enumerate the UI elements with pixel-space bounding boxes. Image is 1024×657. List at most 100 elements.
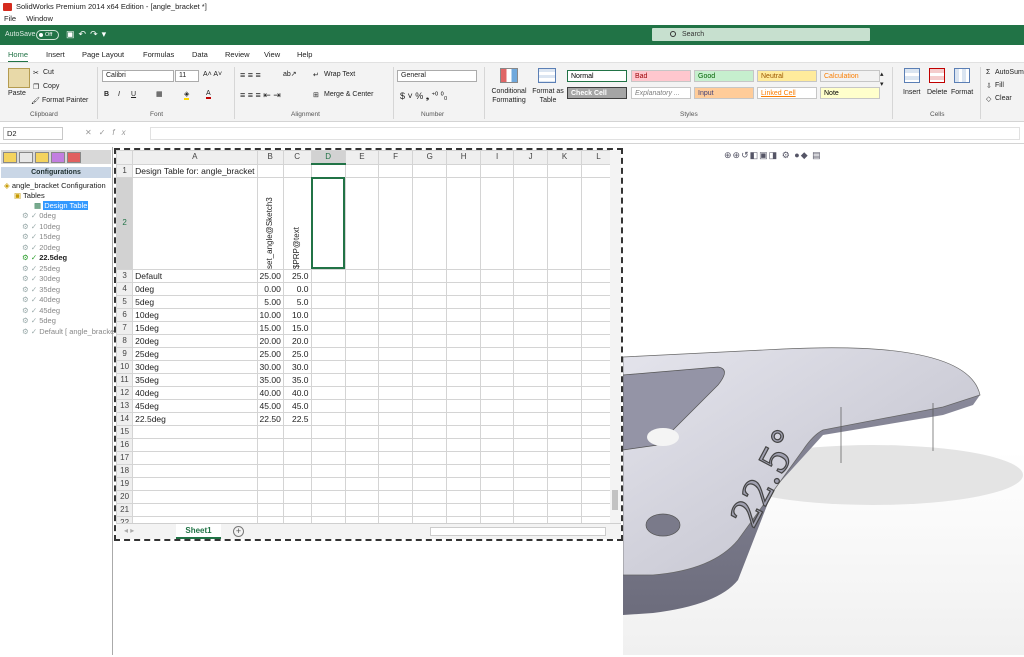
row-header[interactable]: 1	[115, 163, 134, 178]
empty-cell[interactable]	[378, 307, 414, 322]
empty-cell[interactable]	[378, 372, 414, 387]
empty-cell[interactable]	[378, 346, 414, 361]
empty-cell[interactable]	[344, 476, 380, 491]
empty-cell[interactable]	[446, 385, 481, 400]
empty-cell[interactable]	[513, 320, 548, 335]
insert-button[interactable]: Insert	[903, 89, 921, 96]
empty-cell[interactable]	[344, 437, 380, 452]
empty-cell[interactable]	[446, 463, 481, 478]
empty-cell[interactable]	[310, 450, 346, 465]
empty-cell[interactable]	[412, 411, 448, 426]
selected-cell-d2[interactable]	[310, 176, 346, 270]
cell-c[interactable]: 0.0	[282, 281, 312, 296]
scroll-down-icon[interactable]: ▾	[880, 80, 884, 88]
grow-font-icon[interactable]: A˄ A˅	[203, 71, 222, 78]
empty-cell[interactable]	[378, 463, 414, 478]
cell-style-normal[interactable]: Normal	[567, 70, 627, 82]
config-item[interactable]: ⚙ ✓ 15deg	[22, 232, 60, 242]
display-manager-tab-icon[interactable]	[67, 152, 81, 163]
insert-cells-icon[interactable]	[904, 68, 920, 83]
merge-icon[interactable]: ⊞	[313, 91, 319, 99]
vertical-scrollbar[interactable]	[610, 150, 621, 523]
empty-cell[interactable]	[513, 333, 548, 348]
cell-b[interactable]	[256, 424, 284, 439]
cell-a[interactable]: 10deg	[132, 307, 258, 322]
cell-b[interactable]: 45.00	[256, 398, 284, 413]
prev-sheet-icon[interactable]: ◂ ▸	[124, 526, 134, 535]
empty-cell[interactable]	[310, 398, 346, 413]
empty-cell[interactable]	[310, 411, 346, 426]
cell-b[interactable]	[256, 437, 284, 452]
empty-cell[interactable]	[513, 359, 548, 374]
empty-cell[interactable]	[479, 359, 515, 374]
borders-icon[interactable]: ▦	[156, 90, 163, 98]
row-header[interactable]: 21	[115, 502, 134, 517]
cell-b[interactable]: 0.00	[256, 281, 284, 296]
zoom-area-icon[interactable]: ⊕	[733, 150, 742, 160]
empty-cell[interactable]	[378, 424, 414, 439]
empty-cell[interactable]	[310, 372, 346, 387]
cell-b[interactable]: 25.00	[256, 346, 284, 361]
config-item[interactable]: ⚙ ✓ 40deg	[22, 295, 60, 305]
empty-cell[interactable]	[546, 281, 583, 296]
cell-a[interactable]: Default	[132, 268, 258, 283]
empty-cell[interactable]	[378, 489, 414, 504]
cell-a[interactable]	[132, 450, 258, 465]
view-orientation-icon[interactable]: ▣	[759, 150, 769, 160]
empty-cell[interactable]	[546, 489, 583, 504]
section-view-icon[interactable]: ◧	[750, 150, 760, 160]
cell-a[interactable]	[132, 463, 258, 478]
config-item[interactable]: ⚙ ✓ Default [ angle_bracket ]	[22, 327, 121, 337]
empty-cell[interactable]	[513, 489, 548, 504]
empty-cell[interactable]	[446, 398, 481, 413]
empty-cell[interactable]	[479, 346, 515, 361]
empty-cell[interactable]	[310, 320, 346, 335]
empty-cell[interactable]	[446, 372, 481, 387]
column-header[interactable]: A	[132, 150, 258, 165]
currency-icon[interactable]: $ ˅ % ❟ ⁺⁰ ⁰₀	[400, 91, 447, 102]
cell-c[interactable]: 25.0	[282, 346, 312, 361]
empty-cell[interactable]	[513, 294, 548, 309]
row-header[interactable]: 15	[115, 424, 134, 439]
display-style-icon[interactable]: ◨	[769, 150, 779, 160]
cell-a[interactable]	[132, 437, 258, 452]
empty-cell[interactable]	[479, 281, 515, 296]
cell-b[interactable]	[256, 489, 284, 504]
config-item[interactable]: ⚙ ✓ 30deg	[22, 274, 60, 284]
empty-cell[interactable]	[546, 476, 583, 491]
empty-cell[interactable]	[412, 385, 448, 400]
customize-icon[interactable]: ▾	[102, 29, 111, 39]
cell-b[interactable]: 40.00	[256, 385, 284, 400]
cell-style-check-cell[interactable]: Check Cell	[567, 87, 627, 99]
empty-cell[interactable]	[378, 281, 414, 296]
cell-c[interactable]	[282, 489, 312, 504]
empty-cell[interactable]	[344, 346, 380, 361]
empty-cell[interactable]	[479, 476, 515, 491]
empty-cell[interactable]	[446, 411, 481, 426]
row-header[interactable]: 16	[115, 437, 134, 452]
empty-cell[interactable]	[344, 333, 380, 348]
empty-cell[interactable]	[546, 346, 583, 361]
cell-c[interactable]: 35.0	[282, 372, 312, 387]
empty-cell[interactable]	[513, 307, 548, 322]
format-button[interactable]: Format	[951, 89, 973, 96]
empty-cell[interactable]	[412, 268, 448, 283]
empty-cell[interactable]	[479, 163, 515, 178]
empty-cell[interactable]	[412, 398, 448, 413]
feature-tree-tab-icon[interactable]	[3, 152, 17, 163]
align-left-icon[interactable]: ≡ ≡ ≡ ⇤ ⇥	[240, 90, 281, 101]
empty-cell[interactable]	[446, 281, 481, 296]
empty-cell[interactable]	[412, 163, 448, 178]
row-header[interactable]: 6	[115, 307, 134, 322]
empty-cell[interactable]	[378, 333, 414, 348]
empty-cell[interactable]	[513, 163, 548, 178]
delete-button[interactable]: Delete	[927, 89, 947, 96]
empty-cell[interactable]	[412, 476, 448, 491]
empty-cell[interactable]	[479, 294, 515, 309]
empty-cell[interactable]	[378, 163, 414, 178]
tab-formulas[interactable]: Formulas	[143, 50, 174, 59]
empty-cell[interactable]	[546, 359, 583, 374]
clear-icon[interactable]: ◇	[986, 95, 991, 103]
cell-b[interactable]: 22.50	[256, 411, 284, 426]
empty-cell[interactable]	[446, 437, 481, 452]
